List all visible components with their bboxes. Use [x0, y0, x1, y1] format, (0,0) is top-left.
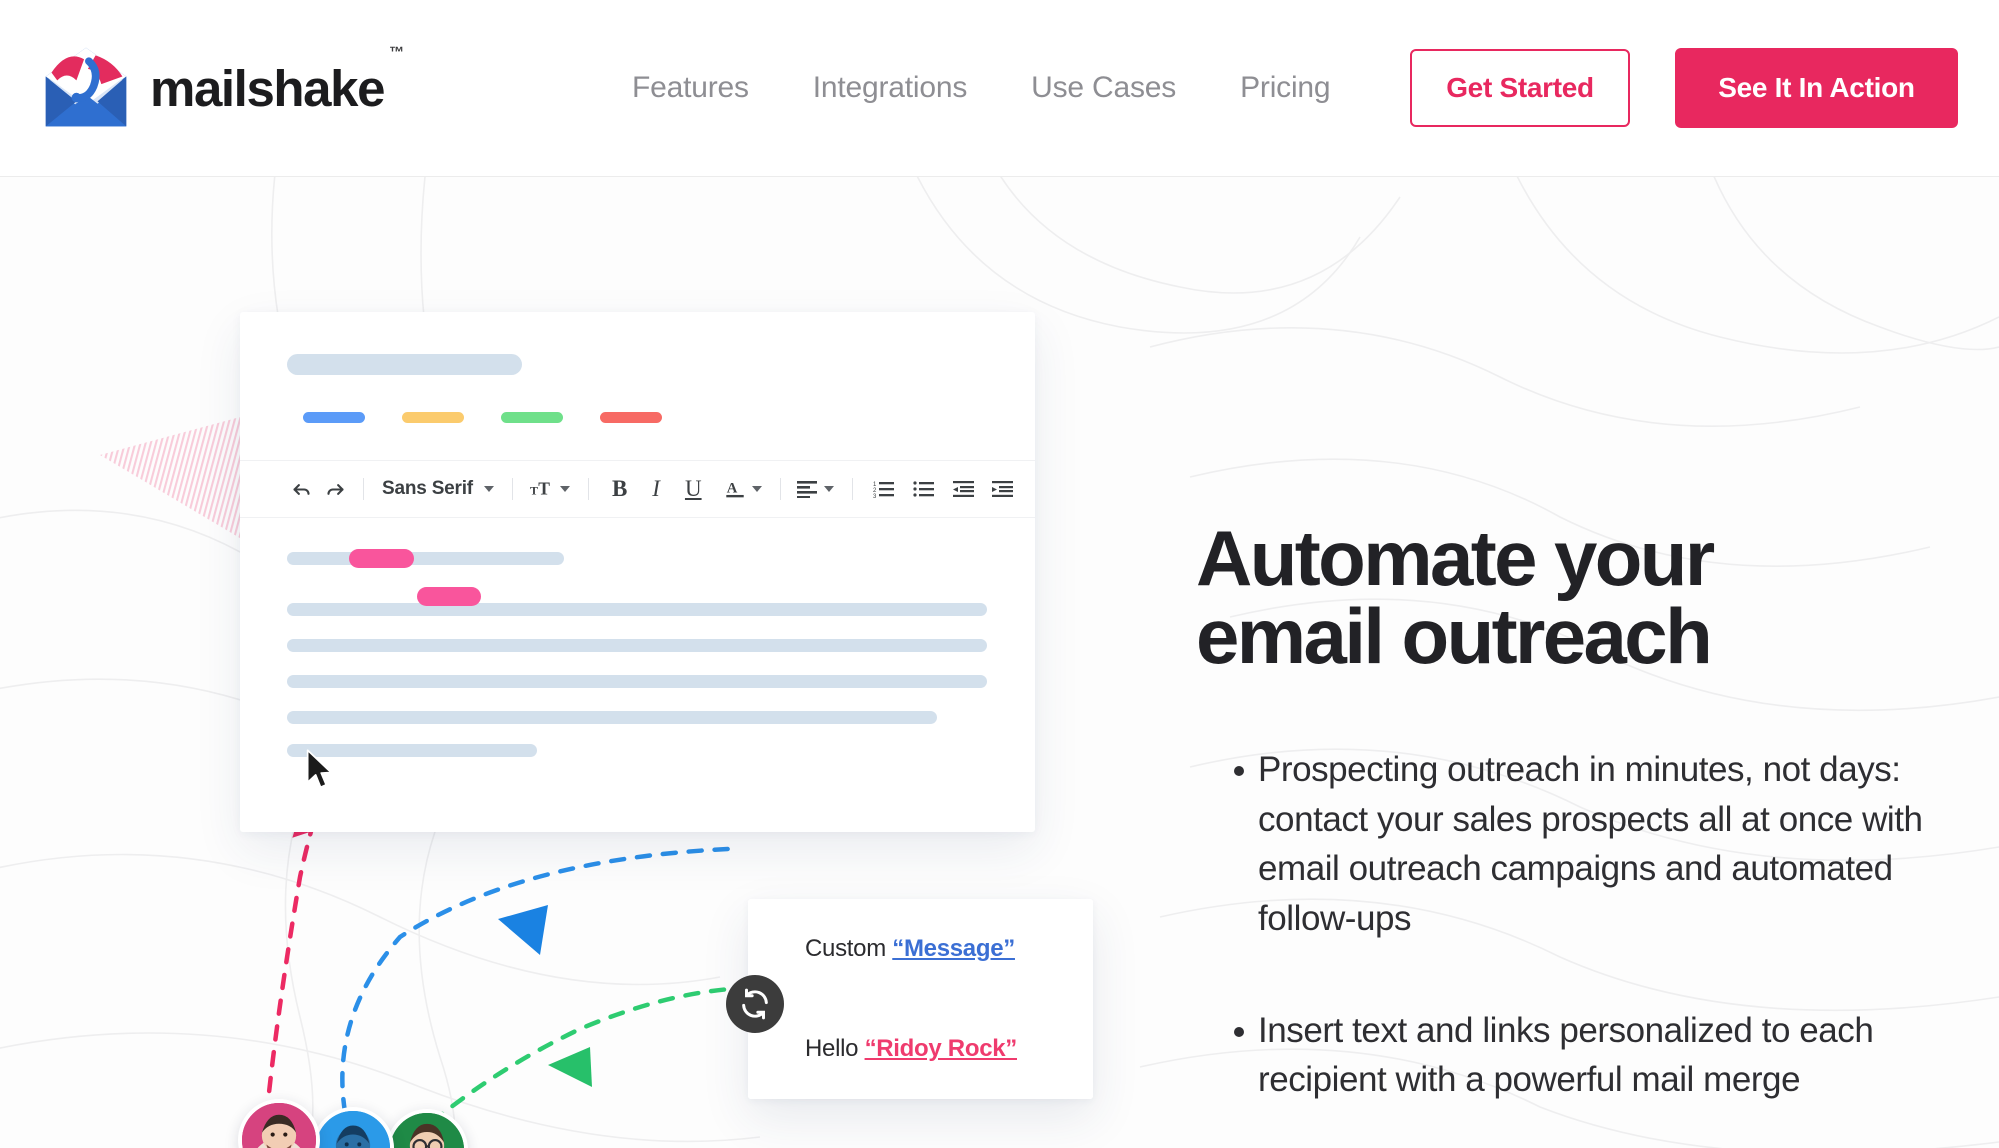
align-icon[interactable] [792, 472, 820, 506]
blue-arrow-head [498, 905, 548, 955]
header-cta-group: Get Started See It In Action [1410, 0, 1958, 176]
hero-benefits-list: Prospecting outreach in minutes, not day… [1196, 745, 1966, 1148]
body-line [287, 552, 564, 565]
merge-row-one-prefix: Custom [805, 935, 893, 962]
page-title: Automate your email outreach [1196, 514, 1715, 680]
font-family-select[interactable]: Sans Serif [375, 472, 480, 506]
green-arrow-head [548, 1047, 592, 1087]
striped-triangle-decoration [100, 397, 314, 582]
toolbar-divider [779, 478, 781, 500]
hero-section: Sans Serif TT B I U A 1 2 3 Custom “Mess… [0, 177, 1999, 1148]
merge-row-two-token: “Ridoy Rock” [864, 1035, 1018, 1062]
swatch-red[interactable] [600, 412, 662, 423]
merge-accent-top [748, 907, 754, 999]
avatar-recipient-3 [386, 1109, 468, 1148]
body-line [287, 675, 987, 688]
underline-button[interactable]: U [673, 472, 714, 506]
bold-button[interactable]: B [600, 472, 639, 506]
redo-icon[interactable] [318, 472, 352, 506]
brand-trademark: ™ [389, 44, 405, 61]
merge-row-divider [754, 991, 1093, 1015]
subject-placeholder-bar [287, 354, 522, 375]
numbered-list-icon[interactable]: 123 [864, 472, 904, 506]
font-family-chevron-down-icon[interactable] [483, 486, 494, 492]
svg-text:3: 3 [873, 494, 877, 498]
mail-merge-preview-card: Custom “Message” Hello “Ridoy Rock” [748, 899, 1093, 1099]
green-dashed-arrow-path [429, 986, 733, 1125]
body-line [287, 603, 987, 616]
toolbar-divider [511, 478, 513, 500]
nav-item-use-cases[interactable]: Use Cases [999, 71, 1208, 105]
text-color-chevron-down-icon[interactable] [751, 486, 762, 492]
indent-increase-icon[interactable] [983, 472, 1022, 506]
merge-row-custom-message: Custom “Message” [748, 899, 1093, 999]
list-item: Insert text and links personalized to ea… [1196, 1006, 1966, 1105]
brand-name: mailshake [150, 59, 385, 117]
merge-row-one-token: “Message” [892, 935, 1015, 962]
swatch-yellow[interactable] [402, 412, 464, 423]
brand-logo-link[interactable]: mailshake ™ [38, 42, 404, 134]
avatar-photo [390, 1113, 464, 1148]
see-it-in-action-button[interactable]: See It In Action [1675, 48, 1958, 128]
sync-refresh-badge [726, 975, 784, 1033]
toolbar-divider [851, 478, 853, 500]
merge-row-hello-name: Hello “Ridoy Rock” [748, 999, 1093, 1099]
nav-item-features[interactable]: Features [600, 71, 781, 105]
page-root: mailshake ™ Features Integrations Use Ca… [0, 0, 1999, 1148]
email-editor-card: Sans Serif TT B I U A 1 2 3 [240, 312, 1035, 832]
font-size-chevron-down-icon[interactable] [559, 486, 570, 492]
svg-text:T: T [538, 479, 550, 499]
toolbar-divider [363, 478, 364, 500]
avatar-recipient-1 [238, 1099, 320, 1148]
bullet-list-icon[interactable] [904, 472, 944, 506]
pink-arrow-head [292, 776, 335, 838]
get-started-button[interactable]: Get Started [1410, 49, 1630, 127]
signature-placeholder-line [287, 744, 537, 757]
italic-button[interactable]: I [639, 472, 673, 506]
color-swatch-row [303, 412, 662, 423]
merge-row-two-prefix: Hello [805, 1035, 865, 1062]
body-line [287, 639, 987, 652]
list-item: Prospecting outreach in minutes, not day… [1196, 745, 1966, 944]
merge-tag-highlight [417, 587, 481, 606]
svg-text:2: 2 [873, 488, 877, 494]
svg-text:T: T [530, 484, 538, 498]
mailshake-envelope-logo-icon [45, 47, 127, 127]
indent-decrease-icon[interactable] [944, 472, 983, 506]
hero-copy: Automate your email outreach Prospecting… [1196, 519, 1966, 1148]
undo-icon[interactable] [284, 472, 318, 506]
swatch-blue[interactable] [303, 412, 365, 423]
align-chevron-down-icon[interactable] [823, 486, 834, 492]
blue-dashed-arrow-path [340, 846, 731, 1115]
text-color-icon[interactable]: A [714, 472, 748, 506]
merge-accent-bottom [748, 999, 754, 1091]
sync-refresh-icon [742, 988, 768, 1020]
avatar-photo [242, 1103, 316, 1148]
merge-tag-highlight [349, 549, 414, 568]
toolbar-divider [587, 478, 589, 500]
site-header: mailshake ™ Features Integrations Use Ca… [0, 0, 1999, 177]
nav-item-pricing[interactable]: Pricing [1208, 71, 1362, 105]
svg-text:1: 1 [873, 482, 877, 488]
avatar-recipient-2 [312, 1107, 394, 1148]
primary-navigation: Features Integrations Use Cases Pricing [600, 0, 1362, 176]
avatar-photo [316, 1111, 390, 1148]
pink-dashed-arrow-path [265, 604, 408, 1105]
email-body-placeholder [287, 549, 987, 724]
mouse-pointer-cursor-icon [306, 749, 332, 789]
nav-item-integrations[interactable]: Integrations [781, 71, 999, 105]
svg-text:A: A [726, 481, 737, 497]
hero-illustration: Sans Serif TT B I U A 1 2 3 Custom “Mess… [0, 177, 1200, 1148]
body-line [287, 711, 937, 724]
editor-toolbar: Sans Serif TT B I U A 1 2 3 [240, 460, 1035, 518]
swatch-green[interactable] [501, 412, 563, 423]
font-size-icon[interactable]: TT [524, 472, 556, 506]
connector-arrows-layer [265, 604, 733, 1125]
